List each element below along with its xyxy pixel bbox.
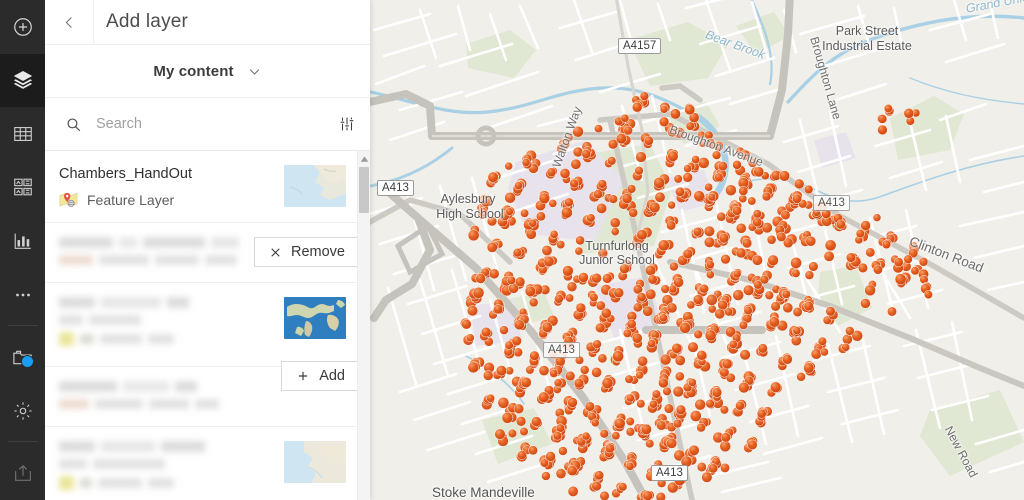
list-item-content	[59, 381, 284, 416]
panel-header: Add layer	[45, 0, 370, 45]
folder-icon[interactable]	[0, 330, 45, 384]
feature-layer-icon	[59, 191, 78, 209]
list-item-content: Chambers_HandOut Feature Layer	[59, 165, 284, 209]
search-bar	[45, 98, 370, 151]
redacted-line	[59, 255, 278, 265]
settings-icon[interactable]	[0, 384, 45, 438]
remove-button[interactable]: Remove	[254, 237, 360, 267]
rail-divider	[7, 325, 38, 327]
filter-sliders-icon[interactable]	[334, 115, 356, 133]
list-item[interactable]	[45, 427, 360, 500]
folder-notification-badge	[21, 354, 34, 368]
list-item-thumbnail	[284, 441, 346, 483]
redacted-line	[59, 297, 278, 308]
redacted-line	[59, 332, 278, 346]
plus-icon	[296, 369, 310, 383]
add-button[interactable]: Add	[281, 361, 360, 391]
rail-divider-2	[7, 441, 38, 443]
add-layer-panel: Add layer My content Search Chambers_Han…	[45, 0, 370, 500]
content-filter-dropdown[interactable]: My content	[45, 45, 370, 98]
layers-icon[interactable]	[0, 53, 45, 108]
scroll-up-arrow-icon[interactable]	[358, 153, 370, 165]
list-item-type: Feature Layer	[87, 192, 175, 208]
redacted-line	[59, 441, 278, 452]
chevron-down-icon	[247, 64, 262, 79]
list-item-thumbnail	[284, 297, 346, 339]
chart-icon[interactable]	[0, 214, 45, 268]
search-input[interactable]	[94, 115, 322, 133]
list-item-content	[59, 237, 284, 272]
list-item-content	[59, 441, 284, 497]
content-filter-label: My content	[153, 62, 234, 80]
remove-button-label: Remove	[291, 244, 345, 260]
list-item[interactable]	[45, 283, 360, 367]
redacted-line	[59, 237, 278, 248]
list-item-thumbnail	[284, 165, 346, 207]
left-icon-rail	[0, 0, 45, 500]
search-icon	[65, 116, 82, 133]
list-item-title: Chambers_HandOut	[59, 166, 192, 182]
back-button[interactable]	[45, 0, 94, 44]
redacted-line	[59, 476, 278, 490]
page-title: Add layer	[106, 11, 189, 32]
arcgis-map-viewer: Add layer My content Search Chambers_Han…	[0, 0, 1024, 500]
layer-list-inner: Chambers_HandOut Feature Layer	[45, 151, 360, 500]
redacted-line	[59, 381, 278, 392]
list-item-content	[59, 297, 284, 353]
close-icon	[269, 246, 282, 259]
basemap-icon[interactable]	[0, 161, 45, 215]
table-icon[interactable]	[0, 107, 45, 161]
more-icon[interactable]	[0, 268, 45, 322]
list-item-subtitle: Feature Layer	[59, 191, 278, 209]
scrollbar-thumb[interactable]	[359, 167, 369, 213]
redacted-line	[59, 315, 278, 325]
redacted-line	[59, 399, 278, 409]
redacted-line	[59, 459, 278, 469]
list-item[interactable]: Chambers_HandOut Feature Layer	[45, 151, 360, 223]
feature-points-layer	[460, 91, 933, 500]
list-scrollbar[interactable]	[357, 151, 370, 500]
layer-list: Chambers_HandOut Feature Layer Remove Ad…	[45, 151, 370, 500]
add-content-icon[interactable]	[0, 0, 45, 54]
map-canvas[interactable]: Park Street Industrial Estate Aylesbury …	[370, 0, 1024, 500]
share-icon[interactable]	[0, 446, 45, 500]
add-button-label: Add	[319, 368, 345, 384]
